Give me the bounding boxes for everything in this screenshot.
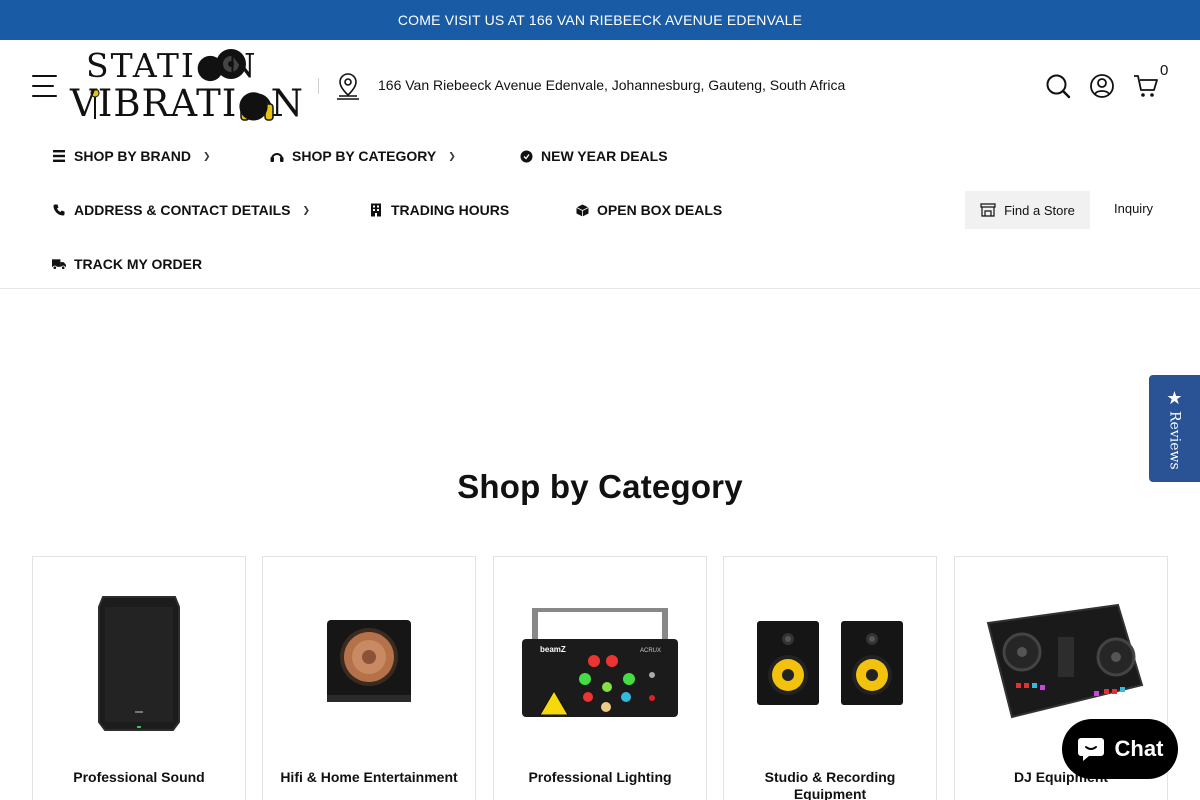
search-icon[interactable]	[1045, 73, 1071, 99]
cart-icon[interactable]	[1133, 73, 1159, 99]
announcement-bar: COME VISIT US AT 166 VAN RIEBEECK AVENUE…	[0, 0, 1200, 40]
category-label: Professional Sound	[73, 769, 205, 785]
chevron-down-icon: ❯	[302, 204, 311, 215]
inquiry-link[interactable]: Inquiry	[1114, 201, 1153, 216]
reviews-tab-label: Reviews	[1166, 411, 1183, 470]
chat-button[interactable]: Chat	[1062, 719, 1178, 779]
nav-divider	[0, 288, 1200, 289]
star-icon: ★	[1166, 388, 1183, 408]
nav-address-contact[interactable]: ADDRESS & CONTACT DETAILS ❯	[52, 183, 310, 237]
chat-label: Chat	[1114, 736, 1164, 761]
truck-icon	[52, 257, 66, 271]
section-title: Shop by Category	[457, 468, 743, 505]
svg-text:ACRUX: ACRUX	[640, 648, 661, 654]
site-header: STATI●N VIBRATI●N 166 Van Riebeeck Avenu…	[0, 40, 1200, 132]
nav-open-box-deals-label: OPEN BOX DEALS	[597, 202, 723, 218]
nav-track-order-label: TRACK MY ORDER	[74, 256, 203, 272]
laser-light-image: beamZ ACRUX	[494, 557, 706, 767]
nav-shop-by-brand-label: SHOP BY BRAND	[74, 148, 191, 164]
cart-count: 0	[1160, 62, 1169, 79]
svg-text:beamZ: beamZ	[540, 645, 566, 654]
nav-track-order[interactable]: TRACK MY ORDER	[52, 237, 202, 291]
store-address: 166 Van Riebeeck Avenue Edenvale, Johann…	[378, 77, 846, 93]
phone-icon	[52, 203, 66, 217]
chat-bubble-icon	[1077, 738, 1104, 761]
store-icon	[980, 203, 996, 217]
menu-icon[interactable]	[32, 75, 57, 97]
find-store-button[interactable]: Find a Store	[965, 191, 1090, 229]
announcement-text: COME VISIT US AT 166 VAN RIEBEECK AVENUE…	[397, 12, 803, 28]
nav-open-box-deals[interactable]: OPEN BOX DEALS	[575, 183, 722, 237]
nav-new-year-deals[interactable]: NEW YEAR DEALS	[519, 129, 668, 183]
subwoofer-image	[263, 557, 475, 767]
badge-icon	[519, 149, 533, 163]
location-pin-icon	[337, 73, 359, 100]
box-icon	[575, 203, 589, 217]
category-card-studio-recording[interactable]: Studio & Recording Equipment	[723, 556, 937, 800]
building-icon	[369, 203, 383, 217]
nav-trading-hours-label: TRADING HOURS	[391, 202, 510, 218]
nav-shop-by-category-label: SHOP BY CATEGORY	[292, 148, 437, 164]
reviews-tab[interactable]: ★ Reviews	[1149, 375, 1200, 482]
logo-text-top: STATI●N	[86, 46, 258, 85]
account-icon[interactable]	[1089, 73, 1115, 99]
studio-monitors-image	[724, 557, 936, 767]
chevron-down-icon: ❯	[202, 150, 211, 161]
nav-shop-by-category[interactable]: SHOP BY CATEGORY ❯	[270, 129, 456, 183]
nav-shop-by-brand[interactable]: SHOP BY BRAND ❯	[52, 129, 211, 183]
nav-trading-hours[interactable]: TRADING HOURS	[369, 183, 509, 237]
header-divider	[318, 78, 319, 94]
category-label: Professional Lighting	[528, 769, 672, 785]
category-card-professional-sound[interactable]: Professional Sound	[32, 556, 246, 800]
chevron-down-icon: ❯	[448, 150, 456, 161]
nav-address-contact-label: ADDRESS & CONTACT DETAILS	[74, 202, 291, 218]
headphones-icon	[270, 149, 284, 163]
logo-text-bottom: VIBRATI●N	[70, 82, 305, 125]
category-label: Studio & Recording Equipment	[764, 769, 896, 800]
site-logo[interactable]: STATI●N VIBRATI●N	[70, 46, 306, 126]
nav-new-year-deals-label: NEW YEAR DEALS	[541, 148, 668, 164]
category-label: Hifi & Home Entertainment	[280, 769, 458, 785]
category-card-professional-lighting[interactable]: beamZ ACRUX Professional Lighting	[493, 556, 707, 800]
pa-speaker-image	[33, 557, 245, 767]
list-icon	[52, 149, 66, 163]
find-store-label: Find a Store	[1004, 202, 1075, 218]
category-card-hifi-home[interactable]: Hifi & Home Entertainment	[262, 556, 476, 800]
